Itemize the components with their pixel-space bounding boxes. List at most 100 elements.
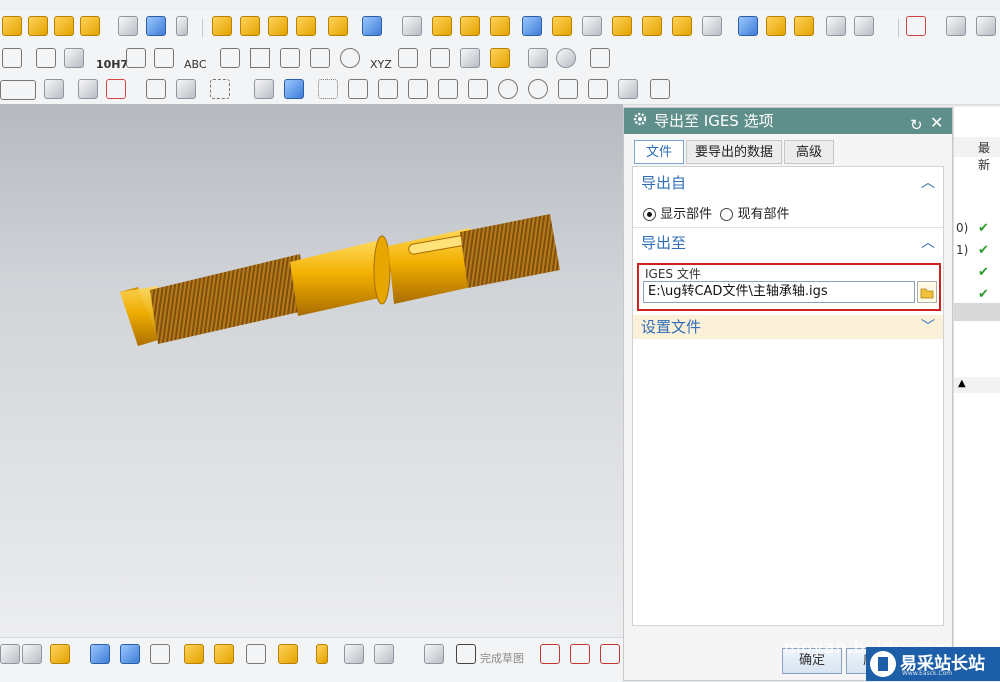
- tangent-icon[interactable]: [588, 79, 608, 99]
- move-face-icon[interactable]: [738, 16, 758, 36]
- sheet-note-icon[interactable]: [430, 48, 450, 68]
- body-icon[interactable]: [284, 79, 304, 99]
- graphics-viewport[interactable]: [0, 104, 623, 637]
- arc-icon[interactable]: [600, 644, 620, 664]
- profile-icon[interactable]: [540, 644, 560, 664]
- combine-icon[interactable]: [268, 16, 288, 36]
- dimension-icon[interactable]: [2, 48, 22, 68]
- shaft-part-model[interactable]: [0, 104, 623, 637]
- project-icon[interactable]: [278, 644, 298, 664]
- datum-icon[interactable]: [154, 48, 174, 68]
- navigator-row[interactable]: ✔: [954, 265, 1000, 283]
- fillet-icon[interactable]: [344, 644, 364, 664]
- line-2-icon[interactable]: [378, 79, 398, 99]
- extrude-icon[interactable]: [2, 16, 22, 36]
- trim-icon[interactable]: [150, 644, 170, 664]
- rectangle-select-icon[interactable]: [210, 79, 230, 99]
- draft-icon[interactable]: [672, 16, 692, 36]
- sort-up-icon[interactable]: ▲: [958, 378, 966, 389]
- line-draw-icon[interactable]: [570, 644, 590, 664]
- grid-icon[interactable]: [650, 79, 670, 99]
- navigator-row[interactable]: 1) ✔: [954, 243, 1000, 261]
- solid-icon[interactable]: [254, 79, 274, 99]
- half-circle-icon[interactable]: [340, 48, 360, 68]
- points-icon[interactable]: [318, 79, 338, 99]
- navigator-row[interactable]: ✔: [954, 287, 1000, 302]
- pattern-curve-icon[interactable]: [214, 644, 234, 664]
- radio-display-part[interactable]: [643, 208, 656, 221]
- tolerance-text[interactable]: 10H7: [96, 58, 128, 71]
- extend-icon[interactable]: [374, 644, 394, 664]
- split-body-icon[interactable]: [328, 16, 348, 36]
- more-icon[interactable]: [976, 16, 996, 36]
- mirror-curve-icon[interactable]: [120, 644, 140, 664]
- brush-icon[interactable]: [490, 48, 510, 68]
- cylinder-icon[interactable]: [80, 16, 100, 36]
- face-select-icon[interactable]: [618, 79, 638, 99]
- tab-export-data[interactable]: 要导出的数据: [686, 140, 782, 164]
- table-icon[interactable]: [220, 48, 240, 68]
- selection-filter-dropdown[interactable]: [0, 80, 36, 100]
- polyline-icon[interactable]: [438, 79, 458, 99]
- shell-icon[interactable]: [702, 16, 722, 36]
- browse-folder-button[interactable]: [917, 281, 937, 303]
- gear-tool-icon[interactable]: [556, 48, 576, 68]
- sphere-icon[interactable]: [826, 16, 846, 36]
- hole-icon[interactable]: [118, 16, 138, 36]
- constraint-icon[interactable]: [50, 644, 70, 664]
- export-to-section[interactable]: 导出至 ︿: [633, 231, 943, 255]
- image-icon[interactable]: [528, 48, 548, 68]
- chain-icon[interactable]: [316, 644, 328, 664]
- chevron-down-icon[interactable]: ﹀: [921, 315, 935, 339]
- chamfer-icon[interactable]: [612, 16, 632, 36]
- revolve-icon[interactable]: [28, 16, 48, 36]
- circle-icon[interactable]: [528, 79, 548, 99]
- curve-icon[interactable]: [408, 79, 428, 99]
- pattern-icon[interactable]: [212, 16, 232, 36]
- snap-3-icon[interactable]: [176, 79, 196, 99]
- sketch-settings-icon[interactable]: [424, 644, 444, 664]
- sheet-icon[interactable]: [432, 16, 452, 36]
- cross-icon[interactable]: [558, 79, 578, 99]
- trim-body-icon[interactable]: [296, 16, 316, 36]
- intersection-icon[interactable]: [468, 79, 488, 99]
- face-icon[interactable]: [582, 16, 602, 36]
- feature-control-icon[interactable]: [126, 48, 146, 68]
- filter-icon[interactable]: [78, 79, 98, 99]
- boss-icon[interactable]: [146, 16, 166, 36]
- square-icon[interactable]: [398, 48, 418, 68]
- snap-icon[interactable]: [106, 79, 126, 99]
- close-icon[interactable]: ✕: [930, 110, 943, 136]
- book-icon[interactable]: [402, 16, 422, 36]
- note-text[interactable]: ABC: [184, 58, 207, 71]
- fit-view-icon[interactable]: [906, 16, 926, 36]
- settings-file-section[interactable]: 设置文件 ﹀: [633, 315, 943, 339]
- tab-advanced[interactable]: 高级: [784, 140, 834, 164]
- finish-sketch-icon[interactable]: [456, 644, 476, 664]
- box-icon[interactable]: [460, 16, 480, 36]
- export-from-section[interactable]: 导出自 ︿: [633, 171, 943, 195]
- thread-icon[interactable]: [176, 16, 188, 36]
- text-icon[interactable]: [310, 48, 330, 68]
- tab-file[interactable]: 文件: [634, 140, 684, 164]
- chevron-up-icon[interactable]: ︿: [921, 231, 935, 255]
- replace-face-icon[interactable]: [766, 16, 786, 36]
- xyz-text[interactable]: XYZ: [370, 58, 392, 71]
- orient-icon[interactable]: [22, 644, 42, 664]
- navigator-row[interactable]: 0) ✔: [954, 221, 1000, 239]
- cube-icon[interactable]: [522, 16, 542, 36]
- offset-face-icon[interactable]: [362, 16, 382, 36]
- cone-icon[interactable]: [854, 16, 874, 36]
- angle-dim-icon[interactable]: [64, 48, 84, 68]
- snap-2-icon[interactable]: [146, 79, 166, 99]
- view-cube-icon[interactable]: [0, 644, 20, 664]
- reset-icon[interactable]: ↻: [910, 112, 923, 138]
- render-icon[interactable]: [946, 16, 966, 36]
- circle-center-icon[interactable]: [498, 79, 518, 99]
- cube-select-icon[interactable]: [44, 79, 64, 99]
- sweep-icon[interactable]: [552, 16, 572, 36]
- linear-dim-icon[interactable]: [36, 48, 56, 68]
- dim-icon[interactable]: [90, 644, 110, 664]
- mirror-icon[interactable]: [240, 16, 260, 36]
- triangle-icon[interactable]: [250, 48, 270, 68]
